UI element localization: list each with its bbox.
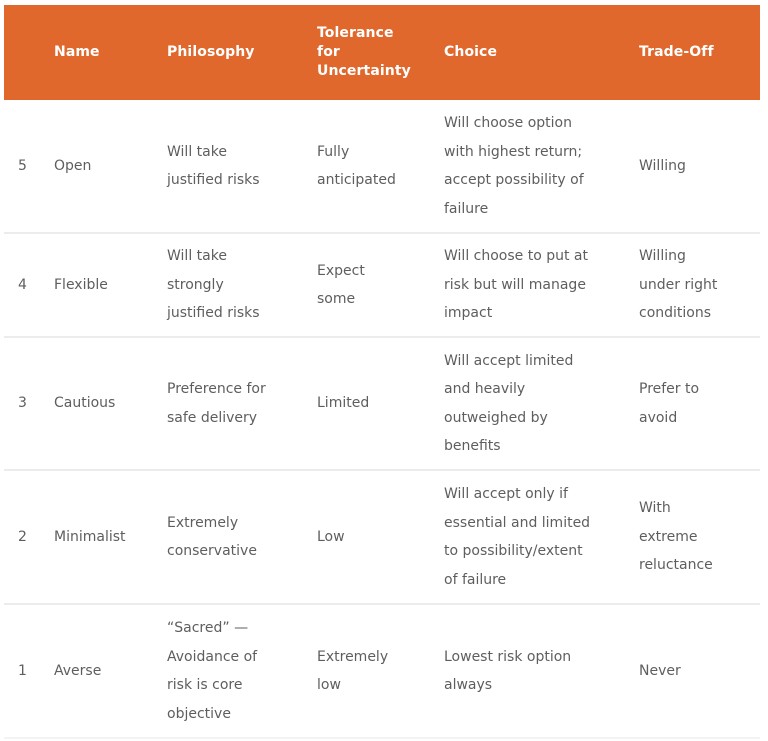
- cell-philosophy-line: justified risks: [167, 305, 260, 322]
- header-choice: Choice: [444, 44, 498, 60]
- cell-level: 3: [4, 337, 54, 471]
- cell-choice-line: Will choose to put at: [444, 248, 588, 265]
- cell-tradeoff-line: conditions: [639, 305, 712, 322]
- header-tolerance-line: Tolerance: [317, 25, 394, 41]
- cell-choice-line: to possibility/extent: [444, 543, 583, 559]
- cell-philosophy-line: Will take: [167, 143, 227, 160]
- cell-philosophy: Will take justified risks: [167, 100, 317, 234]
- cell-philosophy-line: Will take: [167, 248, 227, 265]
- table-header: Name Philosophy Tolerance for Uncertaint…: [4, 5, 760, 100]
- cell-level: 1: [4, 604, 54, 739]
- cell-tolerance: Low: [317, 470, 444, 605]
- cell-tolerance-line: Low: [317, 528, 345, 545]
- cell-choice-line: always: [444, 677, 493, 693]
- cell-choice-line: Will choose option: [444, 115, 572, 131]
- cell-tolerance-line: anticipated: [317, 172, 396, 188]
- cell-philosophy-line: Preference for: [167, 381, 266, 397]
- cell-choice-line: with highest return;: [444, 143, 583, 160]
- table-row: 4 Flexible Will take strongly justified risk…: [4, 233, 760, 338]
- header-tolerance-line: Uncertainty: [317, 63, 411, 79]
- cell-philosophy-line: strongly: [167, 276, 224, 293]
- cell-choice-line: accept possibility of: [444, 172, 584, 188]
- cell-choice-line: and heavily: [444, 381, 526, 397]
- cell-philosophy-line: justified risks: [167, 172, 260, 188]
- header-tradeoff: Trade-Off: [639, 44, 714, 60]
- cell-philosophy: Preference for safe delivery: [167, 337, 317, 471]
- cell-philosophy-line: risk is core: [167, 677, 243, 693]
- cell-name: Flexible: [54, 233, 167, 338]
- cell-tradeoff-line: Never: [639, 662, 681, 679]
- cell-philosophy-line: Extremely: [167, 514, 239, 531]
- cell-tradeoff: With extreme reluctance: [639, 470, 760, 605]
- cell-tradeoff: Never: [639, 604, 760, 739]
- cell-philosophy: “Sacred” — Avoidance of risk is core object…: [167, 604, 317, 739]
- cell-choice-line: impact: [444, 305, 493, 322]
- cell-tradeoff-line: under right: [639, 276, 718, 293]
- cell-level: 2: [4, 470, 54, 605]
- cell-tolerance: Fully anticipated: [317, 100, 444, 234]
- cell-tolerance-line: Expect: [317, 262, 365, 279]
- risk-appetite-table: Name Philosophy Tolerance for Uncertaint…: [4, 5, 760, 739]
- cell-choice-line: Lowest risk option: [444, 648, 572, 665]
- cell-tolerance-line: Extremely: [317, 648, 389, 665]
- cell-philosophy-line: objective: [167, 705, 231, 722]
- cell-tolerance: Expect some: [317, 233, 444, 338]
- cell-tradeoff: Willing: [639, 100, 760, 234]
- cell-tolerance: Limited: [317, 337, 444, 471]
- cell-name: Open: [54, 100, 167, 234]
- cell-name: Averse: [54, 604, 167, 739]
- cell-tolerance: Extremely low: [317, 604, 444, 739]
- cell-tradeoff: Willing under right conditions: [639, 233, 760, 338]
- cell-choice: Will choose option with highest return; ac…: [444, 100, 639, 234]
- cell-tolerance-line: Limited: [317, 395, 370, 412]
- header-tolerance: Tolerance for Uncertainty: [317, 5, 444, 100]
- cell-tolerance-line: Fully: [317, 143, 350, 160]
- cell-tradeoff-line: Willing: [639, 157, 686, 174]
- cell-level: 5: [4, 100, 54, 234]
- cell-tradeoff-line: With: [639, 500, 671, 517]
- cell-tradeoff: Prefer to avoid: [639, 337, 760, 471]
- cell-choice-line: Will accept only if: [444, 486, 568, 502]
- table-row: 5 Open Will take justified risks Fully antici…: [4, 100, 760, 234]
- table-body: 5 Open Will take justified risks Fully antici…: [4, 100, 760, 739]
- cell-philosophy-line: safe delivery: [167, 409, 258, 426]
- header-level: [4, 5, 54, 100]
- cell-choice-line: failure: [444, 200, 489, 217]
- cell-level: 4: [4, 233, 54, 338]
- cell-choice: Lowest risk option always: [444, 604, 639, 739]
- cell-philosophy: Will take strongly justified risks: [167, 233, 317, 338]
- cell-tolerance-line: low: [317, 677, 341, 693]
- header-philosophy: Philosophy: [167, 44, 255, 60]
- cell-tradeoff-line: Prefer to: [639, 381, 700, 397]
- cell-choice: Will accept limited and heavily outweighed…: [444, 337, 639, 471]
- cell-tradeoff-line: extreme: [639, 528, 698, 545]
- table-row: 2 Minimalist Extremely conservative Low Will …: [4, 470, 760, 605]
- cell-choice-line: outweighed by: [444, 409, 548, 426]
- cell-choice-line: Will accept limited: [444, 352, 574, 369]
- cell-name: Minimalist: [54, 470, 167, 605]
- cell-choice-line: of failure: [444, 571, 507, 588]
- header-tolerance-line: for: [317, 44, 340, 60]
- cell-tradeoff-line: Willing: [639, 248, 686, 265]
- cell-tradeoff-line: reluctance: [639, 557, 713, 574]
- cell-philosophy-line: conservative: [167, 543, 257, 559]
- cell-choice-line: risk but will manage: [444, 276, 586, 293]
- header-name: Name: [54, 44, 100, 60]
- cell-choice-line: essential and limited: [444, 514, 591, 531]
- cell-choice-line: benefits: [444, 438, 501, 454]
- cell-choice: Will choose to put at risk but will manag…: [444, 233, 639, 338]
- cell-choice: Will accept only if essential and limited…: [444, 470, 639, 605]
- header-row: Name Philosophy Tolerance for Uncertaint…: [4, 5, 760, 100]
- cell-philosophy: Extremely conservative: [167, 470, 317, 605]
- cell-name: Cautious: [54, 337, 167, 471]
- table-row: 1 Averse “Sacred” — Avoidance of risk is cor…: [4, 604, 760, 739]
- cell-philosophy-line: “Sacred” —: [167, 620, 249, 636]
- cell-philosophy-line: Avoidance of: [167, 648, 258, 665]
- cell-tradeoff-line: avoid: [639, 409, 678, 426]
- cell-tolerance-line: some: [317, 291, 356, 307]
- table-row: 3 Cautious Preference for safe delivery Limi…: [4, 337, 760, 471]
